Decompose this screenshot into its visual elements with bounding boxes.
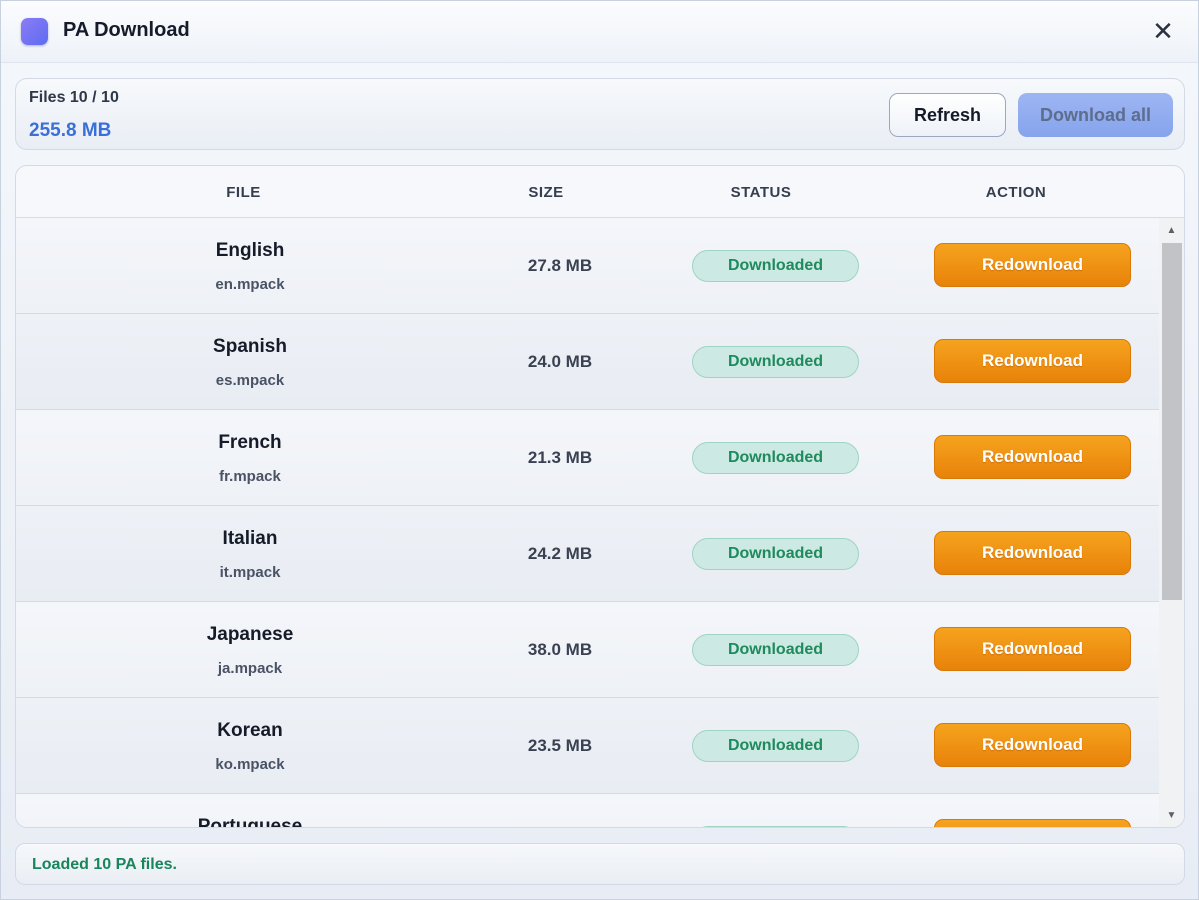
pa-download-window: PA Download ✕ Files 10 / 10 255.8 MB Ref… — [0, 0, 1199, 900]
redownload-button[interactable]: Redownload — [934, 339, 1131, 383]
files-count: Files 10 / 10 — [29, 89, 119, 106]
table-row: Japanese ja.mpack 38.0 MB Downloaded Red… — [16, 602, 1159, 698]
redownload-button[interactable]: Redownload — [934, 627, 1131, 671]
row-filename: ko.mpack — [215, 756, 285, 773]
table-body[interactable]: English en.mpack 27.8 MB Downloaded Redo… — [16, 218, 1159, 828]
title-bar[interactable]: PA Download ✕ — [1, 1, 1198, 63]
row-language: Japanese — [206, 624, 294, 645]
app-icon — [21, 18, 48, 45]
row-size: 21.3 MB — [527, 448, 593, 467]
scroll-down-arrow-icon[interactable]: ▼ — [1165, 810, 1178, 822]
table-row: Italian it.mpack 24.2 MB Downloaded Redo… — [16, 506, 1159, 602]
refresh-button[interactable]: Refresh — [889, 93, 1006, 137]
header-status: STATUS — [730, 184, 792, 201]
files-table: FILE SIZE STATUS ACTION English en.mpack… — [15, 165, 1185, 828]
row-language: Portuguese — [197, 816, 303, 828]
row-language: English — [215, 240, 285, 261]
status-bar: Loaded 10 PA files. — [15, 843, 1185, 885]
row-language: Korean — [217, 720, 283, 741]
row-filename: it.mpack — [219, 564, 281, 581]
table-row: French fr.mpack 21.3 MB Downloaded Redow… — [16, 410, 1159, 506]
scroll-thumb[interactable] — [1162, 243, 1182, 600]
header-action: ACTION — [985, 184, 1047, 201]
row-filename: en.mpack — [215, 276, 285, 293]
status-badge: Downloaded — [692, 250, 859, 282]
table-header: FILE SIZE STATUS ACTION — [16, 166, 1184, 218]
row-filename: es.mpack — [215, 372, 285, 389]
status-message: Loaded 10 PA files. — [32, 856, 177, 873]
table-row: Korean ko.mpack 23.5 MB Downloaded Redow… — [16, 698, 1159, 794]
row-size: 24.0 MB — [527, 352, 593, 371]
window-title: PA Download — [63, 19, 190, 41]
row-language: French — [218, 432, 282, 453]
redownload-button[interactable] — [934, 819, 1131, 827]
redownload-button[interactable]: Redownload — [934, 243, 1131, 287]
row-size: 38.0 MB — [527, 640, 593, 659]
status-badge: Downloaded — [692, 730, 859, 762]
status-badge: Downloaded — [692, 442, 859, 474]
row-filename: ja.mpack — [217, 660, 283, 677]
status-badge — [692, 826, 859, 827]
scroll-up-arrow-icon[interactable]: ▲ — [1165, 225, 1178, 237]
row-size: 23.5 MB — [527, 736, 593, 755]
download-all-button[interactable]: Download all — [1018, 93, 1173, 137]
redownload-button[interactable]: Redownload — [934, 531, 1131, 575]
vertical-scrollbar[interactable]: ▲ ▼ — [1159, 218, 1184, 827]
row-filename: fr.mpack — [219, 468, 281, 485]
table-row: Spanish es.mpack 24.0 MB Downloaded Redo… — [16, 314, 1159, 410]
total-size: 255.8 MB — [29, 120, 112, 141]
row-size: 24.2 MB — [527, 544, 593, 563]
close-icon[interactable]: ✕ — [1150, 19, 1176, 45]
header-file: FILE — [226, 184, 261, 201]
status-badge: Downloaded — [692, 346, 859, 378]
table-row: English en.mpack 27.8 MB Downloaded Redo… — [16, 218, 1159, 314]
table-row: Portuguese — [16, 794, 1159, 828]
status-badge: Downloaded — [692, 634, 859, 666]
summary-panel: Files 10 / 10 255.8 MB Refresh Download … — [15, 78, 1185, 150]
status-badge: Downloaded — [692, 538, 859, 570]
row-language: Spanish — [213, 336, 287, 357]
row-size: 27.8 MB — [527, 256, 593, 275]
redownload-button[interactable]: Redownload — [934, 435, 1131, 479]
redownload-button[interactable]: Redownload — [934, 723, 1131, 767]
header-size: SIZE — [528, 184, 564, 201]
row-language: Italian — [222, 528, 278, 549]
